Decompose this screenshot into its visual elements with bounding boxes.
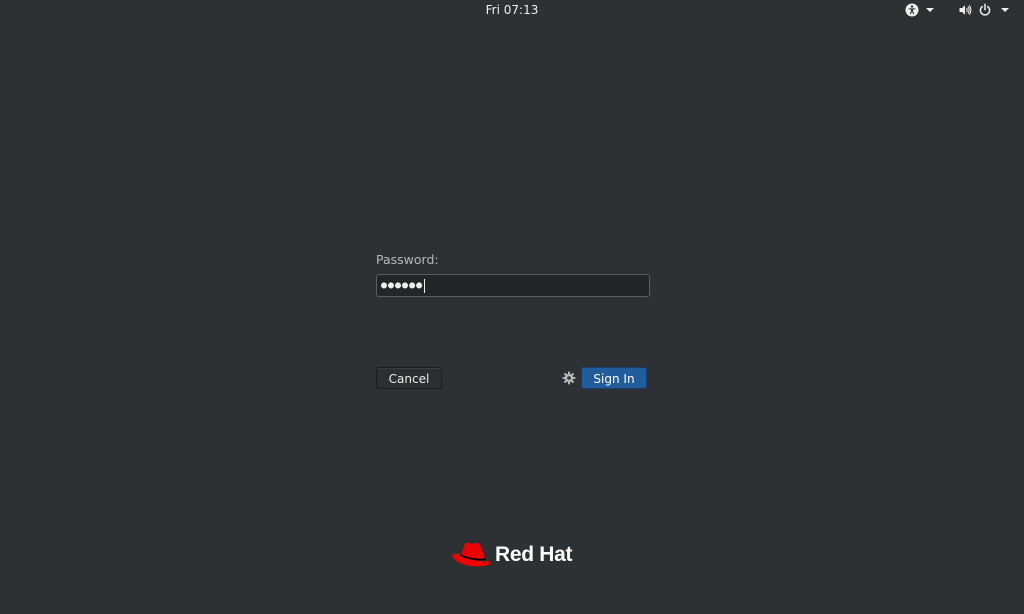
gear-icon[interactable] (562, 371, 576, 385)
red-hat-logo: Red Hat (450, 539, 573, 571)
clock-label: Fri 07:13 (485, 3, 539, 17)
chevron-down-icon (1001, 8, 1009, 12)
top-bar: Fri 07:13 (0, 0, 1024, 22)
login-screen: Fri 07:13 Password: ●●●●●● Cancel Sign I… (0, 0, 1024, 614)
accessibility-icon (905, 3, 919, 17)
cancel-button[interactable]: Cancel (376, 367, 442, 389)
sign-in-button[interactable]: Sign In (581, 367, 647, 389)
clock[interactable]: Fri 07:13 (0, 3, 1024, 17)
red-hat-fedora-icon (452, 542, 491, 567)
accessibility-menu[interactable] (905, 3, 934, 17)
chevron-down-icon (926, 8, 934, 12)
password-input[interactable]: ●●●●●● (376, 274, 650, 297)
red-hat-logo-text: Red Hat (495, 543, 573, 566)
volume-icon (959, 5, 972, 15)
login-dialog: Password: ●●●●●● (376, 252, 650, 297)
password-prompt-label: Password: (376, 252, 439, 267)
password-masked-value: ●●●●●● (381, 280, 424, 291)
power-icon (979, 3, 991, 16)
text-cursor (424, 278, 426, 293)
system-menu[interactable] (958, 3, 1009, 17)
